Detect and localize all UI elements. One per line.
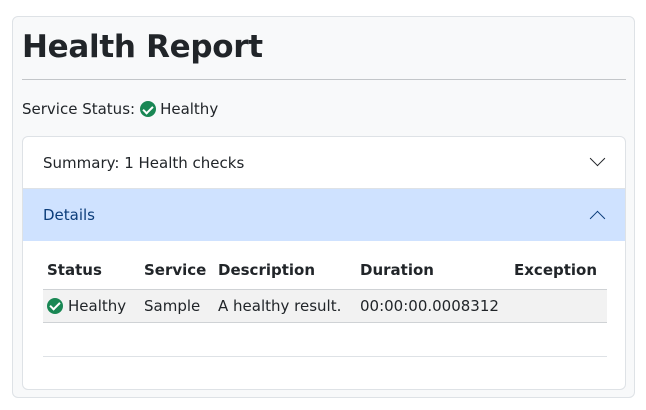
check-circle-icon [47,297,63,314]
chevron-down-icon [589,150,606,167]
title-divider [22,79,626,80]
cell-duration: 00:00:00.0008312 [356,289,510,323]
table-row: Healthy Sample A healthy result. 00:00:0… [43,289,607,323]
service-status-label: Service Status: [22,100,136,118]
cell-status: Healthy [43,289,140,323]
health-accordion: Summary: 1 Health checks Details Status … [22,136,626,390]
health-checks-table: Status Service Description Duration Exce… [43,251,607,323]
column-header-status: Status [43,251,140,290]
details-panel: Status Service Description Duration Exce… [43,251,607,323]
details-accordion-header[interactable]: Details [23,189,625,241]
column-header-duration: Duration [356,251,510,290]
details-label: Details [43,206,96,224]
cell-description: A healthy result. [214,289,356,323]
table-header-row: Status Service Description Duration Exce… [43,251,607,290]
cell-exception [510,289,607,323]
summary-label: Summary: 1 Health checks [43,153,245,172]
status-text: Healthy [68,296,127,315]
column-header-description: Description [214,251,356,290]
service-status: Service Status: Healthy [22,99,218,119]
page-title: Health Report [22,29,263,65]
panel-divider [43,356,607,357]
service-status-value: Healthy [160,100,219,118]
column-header-service: Service [140,251,214,290]
chevron-up-icon [589,210,606,227]
column-header-exception: Exception [510,251,607,290]
health-report-card: Health Report Service Status: Healthy Su… [12,16,635,398]
check-circle-icon [140,101,157,117]
cell-service: Sample [140,289,214,323]
summary-accordion-header[interactable]: Summary: 1 Health checks [23,137,625,189]
